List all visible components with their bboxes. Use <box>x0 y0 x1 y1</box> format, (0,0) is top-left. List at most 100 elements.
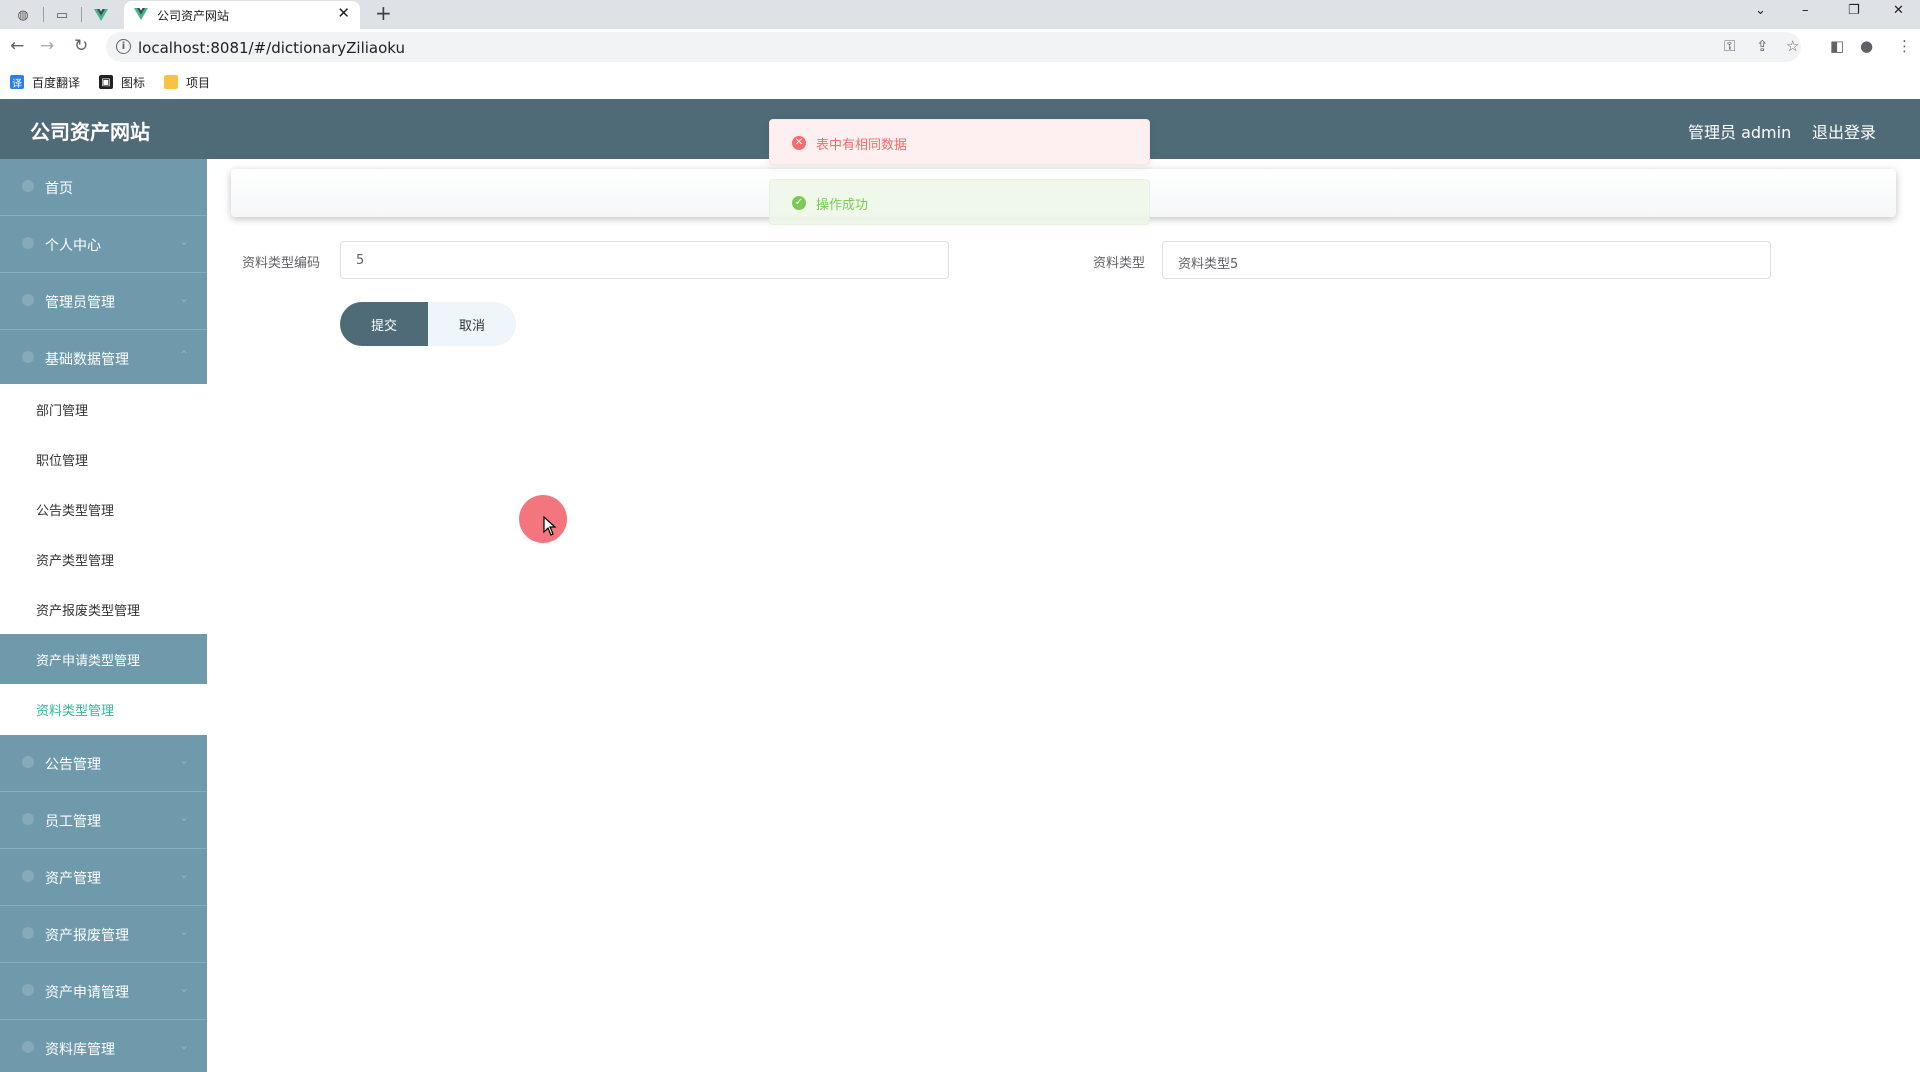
bookmarks-bar: 译 百度翻译 ▣ 图标 项目 <box>0 66 1920 100</box>
sidebar-item-profile[interactable]: 个人中心 ⌄ <box>0 216 207 273</box>
sidebar-item-label: 基础数据管理 <box>45 352 129 368</box>
star-icon[interactable]: ☆ <box>1786 37 1799 55</box>
asset-icon <box>22 870 34 882</box>
submenu-label: 资产报废类型管理 <box>36 604 141 619</box>
sidebar-item-label: 资产报废管理 <box>45 928 129 944</box>
submenu-notice-type[interactable]: 公告类型管理 <box>0 484 207 534</box>
translate-icon: 译 <box>10 75 24 90</box>
sidebar-item-asset-apply[interactable]: 资产申请管理 ⌄ <box>0 963 207 1020</box>
submenu-label: 职位管理 <box>36 454 89 469</box>
chevron-down-icon: ⌄ <box>178 981 189 995</box>
globe-icon[interactable]: ◍ <box>12 4 34 26</box>
omnibox[interactable]: i localhost:8081/#/dictionaryZiliaoku ⚿ … <box>106 32 1801 62</box>
forward-button[interactable]: → <box>40 36 54 56</box>
sidebar-item-label: 员工管理 <box>45 814 101 830</box>
scrap-icon <box>22 927 34 939</box>
error-toast: ✕ 表中有相同数据 <box>769 119 1150 165</box>
tab-search-icon[interactable]: ⌄ <box>1755 3 1766 18</box>
browser-tabbar: ◍ ▭ 公司资产网站 ✕ + ⌄ – ❐ ✕ <box>0 0 1920 29</box>
submenu-scrap-type[interactable]: 资产报废类型管理 <box>0 584 207 634</box>
chevron-down-icon: ⌄ <box>178 924 189 938</box>
submenu-department[interactable]: 部门管理 <box>0 384 207 434</box>
main-content: 资料类型编码 5 资料类型 资料类型5 提交 取消 <box>207 159 1920 1072</box>
library-icon <box>22 1041 34 1053</box>
menu-icon[interactable]: ⋮ <box>1897 37 1912 55</box>
blank-tab-icon[interactable]: ▭ <box>51 4 73 26</box>
sidebar-item-asset-scrap[interactable]: 资产报废管理 ⌄ <box>0 906 207 963</box>
type-input[interactable]: 资料类型5 <box>1162 241 1771 279</box>
employee-icon <box>22 813 34 825</box>
vue-logo-icon <box>134 8 148 20</box>
key-icon[interactable]: ⚿ <box>1724 37 1735 55</box>
sidebar-item-label: 个人中心 <box>45 238 101 254</box>
sidebar-item-basic-data[interactable]: 基础数据管理 ⌃ <box>0 330 207 387</box>
tab-title: 公司资产网站 <box>157 9 230 23</box>
code-input[interactable]: 5 <box>340 241 949 279</box>
minimize-button[interactable]: – <box>1802 3 1809 18</box>
chevron-down-icon: ⌄ <box>178 234 189 248</box>
sidebar-item-label: 公告管理 <box>45 757 101 773</box>
close-window-button[interactable]: ✕ <box>1893 3 1904 18</box>
reload-button[interactable]: ↻ <box>74 36 88 56</box>
data-icon <box>22 351 34 363</box>
chevron-up-icon: ⌃ <box>178 348 189 362</box>
active-tab[interactable]: 公司资产网站 ✕ <box>124 1 360 29</box>
side-panel-icon[interactable]: ◧ <box>1830 37 1844 55</box>
bookmark-project[interactable]: 项目 <box>164 73 210 91</box>
code-input-value: 5 <box>356 253 365 268</box>
submenu-label: 资料类型管理 <box>36 704 115 719</box>
logout-link[interactable]: 退出登录 <box>1812 119 1876 143</box>
site-info-icon[interactable]: i <box>116 39 131 54</box>
address-bar-row: ← → ↻ i localhost:8081/#/dictionaryZilia… <box>0 29 1920 66</box>
sidebar-item-notice[interactable]: 公告管理 ⌄ <box>0 735 207 792</box>
mouse-cursor-icon <box>543 516 557 536</box>
submenu-asset-type[interactable]: 资产类型管理 <box>0 534 207 584</box>
sidebar-item-employee[interactable]: 员工管理 ⌄ <box>0 792 207 849</box>
type-label: 资料类型 <box>1093 256 1146 271</box>
sidebar-item-label: 首页 <box>45 181 73 197</box>
success-toast-text: 操作成功 <box>816 198 869 213</box>
submenu-material-type[interactable]: 资料类型管理 <box>0 684 207 734</box>
sidebar-item-label: 管理员管理 <box>45 295 115 311</box>
restore-button[interactable]: ❐ <box>1848 3 1860 18</box>
image-icon: ▣ <box>99 75 113 89</box>
notice-icon <box>22 756 34 768</box>
tab-close-icon[interactable]: ✕ <box>337 4 350 22</box>
bookmark-label: 图标 <box>121 75 146 90</box>
sidebar-item-admin[interactable]: 管理员管理 ⌄ <box>0 273 207 330</box>
tab-divider <box>81 7 82 22</box>
url-text[interactable]: localhost:8081/#/dictionaryZiliaoku <box>138 39 405 57</box>
submit-button[interactable]: 提交 <box>340 302 428 346</box>
bookmark-icons[interactable]: ▣ 图标 <box>99 73 145 91</box>
tab-divider <box>43 7 44 22</box>
profile-icon[interactable]: ● <box>1860 37 1873 55</box>
home-icon <box>22 180 34 192</box>
sidebar-item-library[interactable]: 资料库管理 ⌄ <box>0 1020 207 1072</box>
cancel-button[interactable]: 取消 <box>428 302 516 346</box>
folder-icon <box>164 75 178 89</box>
share-icon[interactable]: ⇪ <box>1756 37 1769 55</box>
success-check-icon: ✓ <box>792 196 806 210</box>
bookmark-label: 百度翻译 <box>32 75 81 90</box>
submenu-label: 资产类型管理 <box>36 554 115 569</box>
back-button[interactable]: ← <box>10 36 24 56</box>
chevron-down-icon: ⌄ <box>178 1038 189 1052</box>
sidebar-item-label: 资料库管理 <box>45 1042 115 1058</box>
error-circle-icon: ✕ <box>792 136 806 150</box>
current-user: 管理员 admin <box>1688 123 1792 142</box>
sidebar-item-home[interactable]: 首页 <box>0 159 207 216</box>
submenu-apply-type[interactable]: 资产申请类型管理 <box>0 634 207 684</box>
code-label: 资料类型编码 <box>242 256 321 271</box>
submenu-label: 公告类型管理 <box>36 504 115 519</box>
sidebar-item-label: 资产管理 <box>45 871 101 887</box>
sidebar-item-asset[interactable]: 资产管理 ⌄ <box>0 849 207 906</box>
new-tab-button[interactable]: + <box>375 1 392 25</box>
user-icon <box>22 237 34 249</box>
bookmark-baidu-translate[interactable]: 译 百度翻译 <box>10 73 80 91</box>
chevron-down-icon: ⌄ <box>178 291 189 305</box>
success-toast: ✓ 操作成功 <box>769 179 1150 225</box>
submenu-label: 部门管理 <box>36 404 89 419</box>
vue-tab-icon[interactable] <box>90 4 112 26</box>
sidebar: 首页 个人中心 ⌄ 管理员管理 ⌄ 基础数据管理 ⌃ 部门管理 职位管理 公告类… <box>0 159 207 1072</box>
submenu-position[interactable]: 职位管理 <box>0 434 207 484</box>
